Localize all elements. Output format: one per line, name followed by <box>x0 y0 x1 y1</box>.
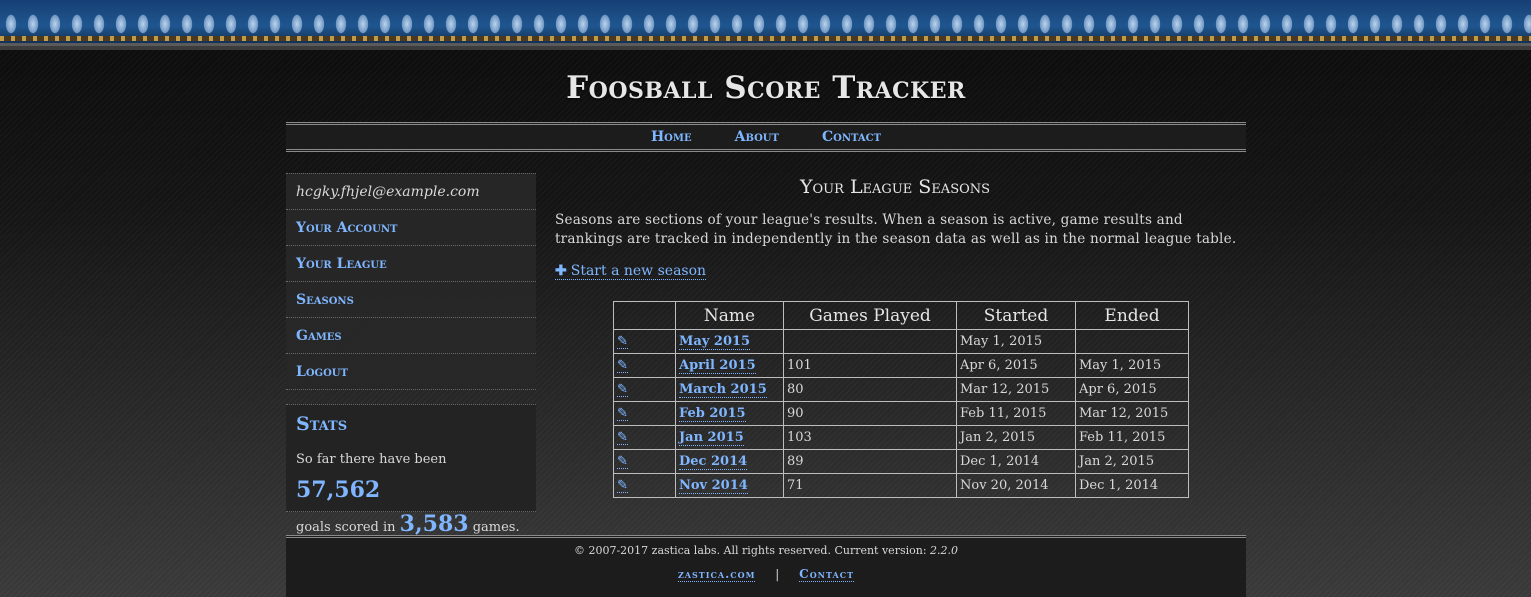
season-name-link[interactable]: Dec 2014 <box>679 454 748 470</box>
sidebar-item-games[interactable]: Games <box>286 318 536 354</box>
season-name-link[interactable]: March 2015 <box>679 382 767 398</box>
top-navigation: Home About Contact <box>286 122 1246 152</box>
table-row: ✎ April 2015 101 Apr 6, 2015 May 1, 2015 <box>613 353 1189 378</box>
edit-pencil-icon[interactable]: ✎ <box>617 407 628 421</box>
start-new-season-label: Start a new season <box>570 263 707 279</box>
table-header-row: Name Games Played Started Ended <box>613 301 1189 330</box>
games-played-cell: 103 <box>783 425 957 450</box>
ended-column-header: Ended <box>1075 301 1189 330</box>
edit-pencil-icon[interactable]: ✎ <box>617 335 628 349</box>
stats-panel: Stats So far there have been 57,562 goal… <box>286 404 536 537</box>
started-cell: May 1, 2015 <box>956 329 1076 354</box>
nav-home-link[interactable]: Home <box>651 129 692 145</box>
table-row: ✎ Nov 2014 71 Nov 20, 2014 Dec 1, 2014 <box>613 473 1189 498</box>
edit-pencil-icon[interactable]: ✎ <box>617 479 628 493</box>
ended-cell: Mar 12, 2015 <box>1075 401 1189 426</box>
start-new-season-link[interactable]: ✚ Start a new season <box>555 263 707 280</box>
season-name-link[interactable]: April 2015 <box>679 358 756 374</box>
table-row: ✎ Jan 2015 103 Jan 2, 2015 Feb 11, 2015 <box>613 425 1189 450</box>
games-played-cell: 71 <box>783 473 957 498</box>
plus-icon: ✚ <box>555 263 567 279</box>
games-played-cell: 80 <box>783 377 957 402</box>
sidebar: hcgky.fhjel@example.com Your Account You… <box>286 173 536 537</box>
season-name-link[interactable]: May 2015 <box>679 334 751 350</box>
stats-text-intro: So far there have been <box>296 452 447 467</box>
edit-column-header <box>613 301 676 330</box>
games-played-cell <box>783 329 957 354</box>
stats-text-middle: goals scored in <box>296 520 396 535</box>
stats-title: Stats <box>296 413 348 435</box>
ended-cell: Jan 2, 2015 <box>1075 449 1189 474</box>
games-played-cell: 90 <box>783 401 957 426</box>
started-cell: Dec 1, 2014 <box>956 449 1076 474</box>
ended-cell: May 1, 2015 <box>1075 353 1189 378</box>
nav-about-link[interactable]: About <box>735 129 779 145</box>
footer-links: zastica.com | Contact <box>286 567 1246 582</box>
nav-contact-link[interactable]: Contact <box>822 129 881 145</box>
ended-cell: Feb 11, 2015 <box>1075 425 1189 450</box>
started-cell: Mar 12, 2015 <box>956 377 1076 402</box>
footer-zastica-link[interactable]: zastica.com <box>677 567 756 582</box>
footer: © 2007-2017 zastica labs. All rights res… <box>286 535 1246 597</box>
footer-contact-link[interactable]: Contact <box>799 567 855 582</box>
season-name-link[interactable]: Feb 2015 <box>679 406 746 422</box>
ended-cell: Dec 1, 2014 <box>1075 473 1189 498</box>
stats-text: So far there have been 57,562 goals scor… <box>296 445 526 543</box>
season-name-link[interactable]: Jan 2015 <box>679 430 744 446</box>
edit-pencil-icon[interactable]: ✎ <box>617 359 628 373</box>
name-column-header: Name <box>675 301 784 330</box>
copyright-label: © 2007-2017 zastica labs. All rights res… <box>573 544 927 557</box>
sidebar-item-logout[interactable]: Logout <box>286 354 536 390</box>
started-cell: Jan 2, 2015 <box>956 425 1076 450</box>
started-cell: Apr 6, 2015 <box>956 353 1076 378</box>
main-content: Your League Seasons Seasons are sections… <box>555 176 1245 498</box>
ended-cell <box>1075 329 1189 354</box>
edit-pencil-icon[interactable]: ✎ <box>617 383 628 397</box>
user-email: hcgky.fhjel@example.com <box>286 173 536 210</box>
ended-cell: Apr 6, 2015 <box>1075 377 1189 402</box>
version-number: 2.2.0 <box>930 544 959 557</box>
table-row: ✎ May 2015 May 1, 2015 <box>613 329 1189 354</box>
decorative-banner <box>0 0 1531 46</box>
table-row: ✎ Dec 2014 89 Dec 1, 2014 Jan 2, 2015 <box>613 449 1189 474</box>
sidebar-item-your-league[interactable]: Your League <box>286 246 536 282</box>
site-title: Foosball Score Tracker <box>566 70 966 106</box>
games-played-column-header: Games Played <box>783 301 957 330</box>
seasons-table: Name Games Played Started Ended ✎ May 20… <box>613 301 1189 498</box>
games-count: 3,583 <box>399 511 469 537</box>
stats-text-end: games. <box>472 520 520 535</box>
table-row: ✎ March 2015 80 Mar 12, 2015 Apr 6, 2015 <box>613 377 1189 402</box>
banner-divider <box>0 46 1531 50</box>
games-played-cell: 101 <box>783 353 957 378</box>
sidebar-item-seasons[interactable]: Seasons <box>286 282 536 318</box>
edit-pencil-icon[interactable]: ✎ <box>617 431 628 445</box>
seasons-description: Seasons are sections of your league's re… <box>555 212 1237 247</box>
page-title: Your League Seasons <box>799 176 991 198</box>
footer-separator: | <box>775 567 780 581</box>
started-column-header: Started <box>956 301 1076 330</box>
games-played-cell: 89 <box>783 449 957 474</box>
copyright-text: © 2007-2017 zastica labs. All rights res… <box>286 544 1246 557</box>
season-name-link[interactable]: Nov 2014 <box>679 478 748 494</box>
table-row: ✎ Feb 2015 90 Feb 11, 2015 Mar 12, 2015 <box>613 401 1189 426</box>
started-cell: Feb 11, 2015 <box>956 401 1076 426</box>
started-cell: Nov 20, 2014 <box>956 473 1076 498</box>
goals-count: 57,562 <box>296 477 381 503</box>
edit-pencil-icon[interactable]: ✎ <box>617 455 628 469</box>
sidebar-item-your-account[interactable]: Your Account <box>286 210 536 246</box>
